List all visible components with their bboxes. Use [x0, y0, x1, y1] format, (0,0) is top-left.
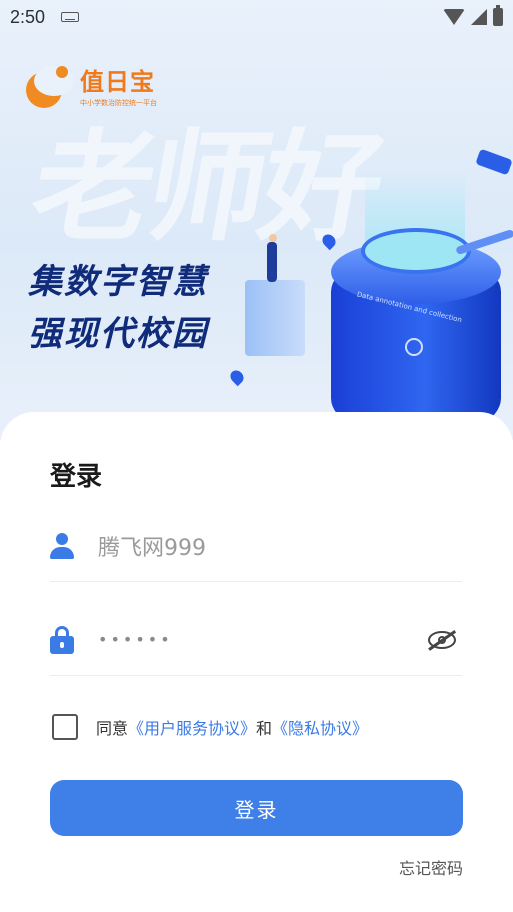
- logo-icon: [26, 66, 74, 110]
- cylinder-ring: [361, 228, 471, 274]
- server-cube: [245, 280, 305, 356]
- status-time: 2:50: [10, 6, 46, 27]
- brand-name: 值日宝: [80, 68, 155, 96]
- battery-icon: [493, 5, 503, 26]
- login-button[interactable]: 登录: [50, 780, 463, 836]
- brand-subtitle: 中小学数治防控统一平台: [80, 99, 157, 107]
- person-figure: [267, 242, 277, 282]
- location-pin-icon: [319, 231, 339, 251]
- agreement-text: 同意《用户服务协议》和《隐私协议》: [96, 715, 368, 739]
- hero-slogan: 集数字智慧 强现代校园: [28, 256, 208, 360]
- agreement-prefix: 同意: [96, 719, 129, 738]
- person-head: [269, 234, 277, 242]
- camera-icon: [475, 148, 513, 176]
- terms-link[interactable]: 《用户服务协议》: [128, 719, 256, 738]
- eye-off-icon[interactable]: [428, 629, 456, 650]
- location-pin-icon: [227, 367, 247, 387]
- signal-icon: [471, 9, 487, 25]
- username-input[interactable]: [98, 533, 462, 558]
- status-bar: 2:50: [0, 0, 513, 34]
- user-icon: [50, 532, 74, 559]
- page-title: 登录: [50, 462, 103, 492]
- keyboard-icon: [61, 12, 80, 22]
- lock-icon: [50, 625, 74, 654]
- agreement-joiner: 和: [256, 719, 273, 738]
- slogan-line-1: 集数字智慧: [28, 262, 208, 302]
- agreement-checkbox[interactable]: [52, 714, 78, 740]
- brand-logo: 值日宝 中小学数治防控统一平台: [26, 66, 157, 110]
- power-ring-icon: [405, 338, 423, 356]
- username-field[interactable]: [50, 510, 462, 582]
- password-field[interactable]: ••••••: [50, 604, 462, 676]
- password-input[interactable]: ••••••: [98, 630, 428, 649]
- privacy-link[interactable]: 《隐私协议》: [272, 719, 368, 738]
- agreement-row: 同意《用户服务协议》和《隐私协议》: [52, 714, 368, 740]
- hero-illustration: Data annotation and collection: [215, 140, 513, 440]
- hero-banner: 2:50 老师好 值日宝 中小学数治防控统一平台 集数字智慧 强现代校园 Dat…: [0, 0, 513, 440]
- wifi-icon: [443, 9, 465, 25]
- forgot-password-link[interactable]: 忘记密码: [399, 855, 463, 879]
- status-icons: [443, 5, 503, 26]
- slogan-line-2: 强现代校园: [28, 314, 208, 354]
